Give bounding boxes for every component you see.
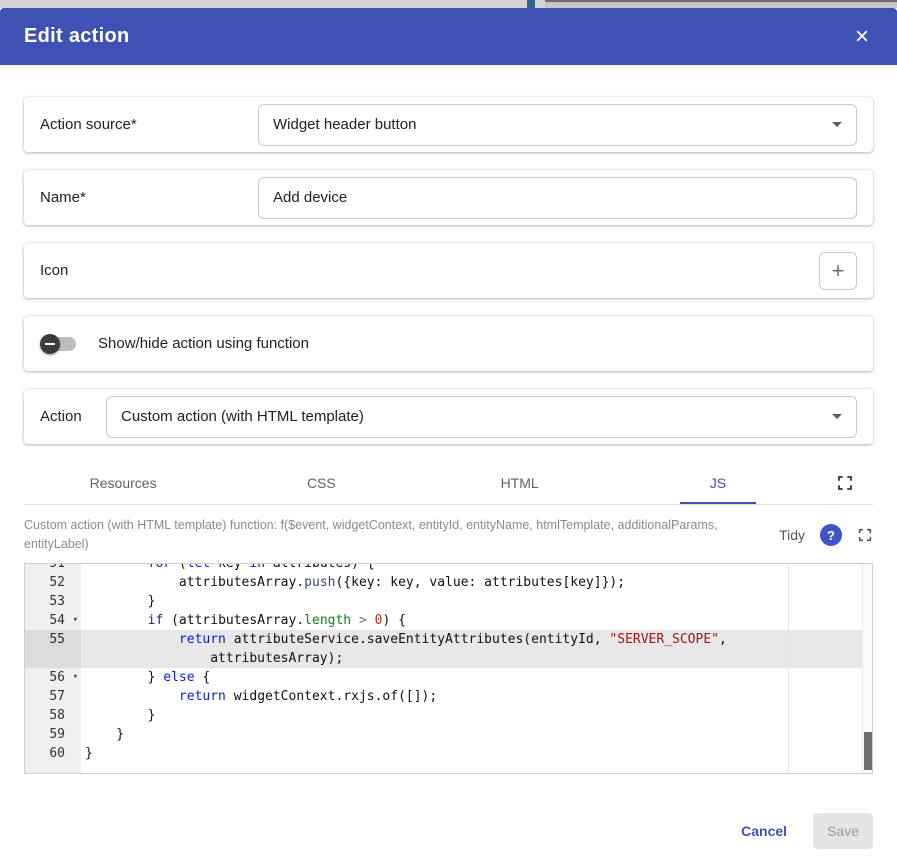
add-icon-button[interactable]: + bbox=[819, 252, 857, 290]
code-row[interactable]: 59 } bbox=[25, 725, 872, 744]
line-number: 52 bbox=[25, 573, 81, 592]
dialog-body: Action source* Widget header button Name… bbox=[0, 65, 897, 813]
code-row[interactable]: 60} bbox=[25, 744, 872, 763]
code-editor[interactable]: 51▾ for (let key in attributes) {52 attr… bbox=[24, 563, 873, 774]
code-row[interactable]: 53 } bbox=[25, 592, 872, 611]
code-text: return widgetContext.rxjs.of([]); bbox=[81, 687, 872, 706]
fold-arrow-icon[interactable]: ▾ bbox=[73, 668, 78, 687]
code-lines: 51▾ for (let key in attributes) {52 attr… bbox=[25, 563, 872, 763]
action-card: Action Custom action (with HTML template… bbox=[24, 389, 873, 444]
name-card: Name* bbox=[24, 170, 873, 225]
fold-arrow-icon[interactable]: ▾ bbox=[73, 611, 78, 630]
code-text: for (let key in attributes) { bbox=[81, 563, 872, 573]
code-row[interactable]: 58 } bbox=[25, 706, 872, 725]
action-source-card: Action source* Widget header button bbox=[24, 97, 873, 152]
chevron-down-icon bbox=[832, 122, 842, 127]
editor-scrollbar[interactable] bbox=[862, 564, 872, 773]
code-text: } bbox=[81, 744, 872, 763]
line-number: 55 bbox=[25, 630, 81, 649]
line-number: 57 bbox=[25, 687, 81, 706]
save-button[interactable]: Save bbox=[813, 813, 873, 849]
name-input[interactable] bbox=[273, 189, 842, 206]
action-label: Action bbox=[40, 408, 106, 425]
code-row[interactable]: 57 return widgetContext.rxjs.of([]); bbox=[25, 687, 872, 706]
line-number: 54▾ bbox=[25, 611, 81, 630]
question-mark: ? bbox=[827, 528, 835, 543]
name-label: Name* bbox=[40, 189, 258, 206]
code-row[interactable]: 51▾ for (let key in attributes) { bbox=[25, 563, 872, 573]
plus-icon: + bbox=[832, 258, 845, 284]
tab-label: CSS bbox=[307, 475, 336, 491]
code-text: } bbox=[81, 592, 872, 611]
action-source-label: Action source* bbox=[40, 116, 258, 133]
line-number: 60 bbox=[25, 744, 81, 763]
line-number: 53 bbox=[25, 592, 81, 611]
tab-css[interactable]: CSS bbox=[222, 462, 420, 504]
code-row[interactable]: 56▾ } else { bbox=[25, 668, 872, 687]
line-number: 56▾ bbox=[25, 668, 81, 687]
tab-label: JS bbox=[710, 475, 726, 491]
editor-fullscreen-icon[interactable] bbox=[857, 527, 873, 543]
editor-tabs: Resources CSS HTML JS bbox=[24, 462, 873, 504]
editor-actions: Tidy ? bbox=[767, 524, 873, 546]
code-text: if (attributesArray.length > 0) { bbox=[81, 611, 872, 630]
action-source-value: Widget header button bbox=[273, 116, 416, 133]
edit-action-dialog: Edit action × Action source* Widget head… bbox=[0, 8, 897, 867]
code-text: return attributeService.saveEntityAttrib… bbox=[81, 630, 872, 649]
tab-html[interactable]: HTML bbox=[421, 462, 619, 504]
function-signature-row: Custom action (with HTML template) funct… bbox=[24, 505, 873, 563]
tab-label: HTML bbox=[501, 475, 539, 491]
scrollbar-thumb[interactable] bbox=[864, 732, 872, 770]
action-source-select[interactable]: Widget header button bbox=[258, 104, 857, 146]
code-text: } else { bbox=[81, 668, 872, 687]
cancel-button[interactable]: Cancel bbox=[735, 815, 793, 847]
code-text: attributesArray.push({key: key, value: a… bbox=[81, 573, 872, 592]
tab-label: Resources bbox=[90, 475, 157, 491]
tab-js[interactable]: JS bbox=[619, 462, 817, 504]
code-row[interactable]: attributesArray); bbox=[25, 649, 872, 668]
code-text: attributesArray); bbox=[81, 649, 872, 668]
background-panel-edge bbox=[527, 0, 535, 8]
dialog-title: Edit action bbox=[24, 25, 130, 48]
dialog-footer: Cancel Save bbox=[0, 813, 897, 867]
icon-card: Icon + bbox=[24, 243, 873, 298]
toggle-knob-off-icon bbox=[40, 334, 60, 354]
code-text: } bbox=[81, 725, 872, 744]
code-row[interactable]: 55 return attributeService.saveEntityAtt… bbox=[25, 630, 872, 649]
name-field-wrapper bbox=[258, 177, 857, 219]
close-icon[interactable]: × bbox=[851, 23, 873, 51]
dialog-header: Edit action × bbox=[0, 8, 897, 65]
show-hide-label: Show/hide action using function bbox=[98, 335, 309, 352]
screen: Edit action × Action source* Widget head… bbox=[0, 0, 897, 867]
tab-resources[interactable]: Resources bbox=[24, 462, 222, 504]
help-icon[interactable]: ? bbox=[820, 524, 842, 546]
icon-label: Icon bbox=[40, 262, 68, 279]
function-signature: Custom action (with HTML template) funct… bbox=[24, 516, 724, 554]
fullscreen-icon[interactable] bbox=[817, 462, 873, 504]
chevron-down-icon bbox=[832, 414, 842, 419]
background-panel bbox=[545, 0, 897, 8]
show-hide-toggle[interactable] bbox=[40, 334, 80, 354]
background-page-strip bbox=[0, 0, 897, 8]
action-value: Custom action (with HTML template) bbox=[121, 408, 364, 425]
line-number bbox=[25, 649, 81, 668]
action-select[interactable]: Custom action (with HTML template) bbox=[106, 396, 857, 438]
code-row[interactable]: 54▾ if (attributesArray.length > 0) { bbox=[25, 611, 872, 630]
fold-arrow-icon[interactable]: ▾ bbox=[73, 563, 78, 573]
line-number: 51▾ bbox=[25, 563, 81, 573]
show-hide-card: Show/hide action using function bbox=[24, 316, 873, 371]
code-text: } bbox=[81, 706, 872, 725]
tidy-button[interactable]: Tidy bbox=[779, 527, 805, 543]
line-number: 59 bbox=[25, 725, 81, 744]
line-number: 58 bbox=[25, 706, 81, 725]
code-row[interactable]: 52 attributesArray.push({key: key, value… bbox=[25, 573, 872, 592]
